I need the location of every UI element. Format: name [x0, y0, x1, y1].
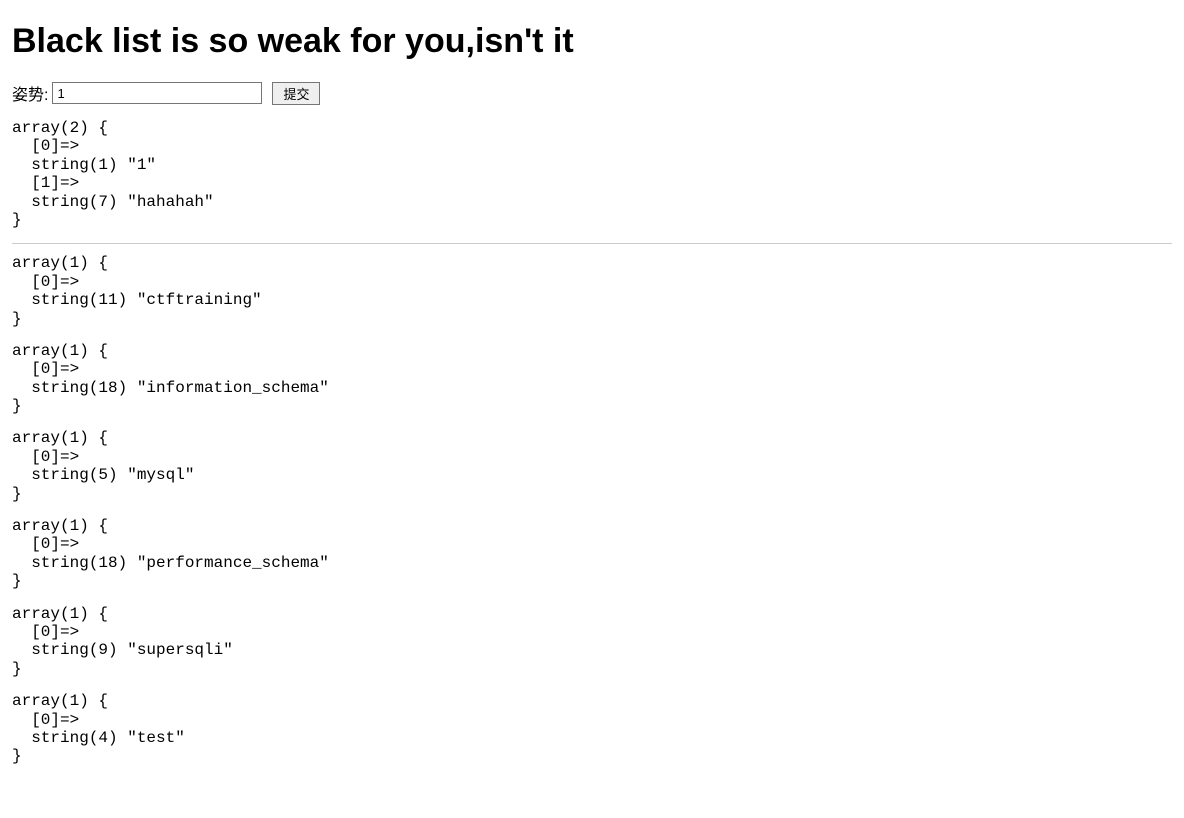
result-dump-block: array(2) { [0]=> string(1) "1" [1]=> str… [12, 119, 1172, 229]
var-dump: array(1) { [0]=> string(4) "test" } [12, 692, 1172, 766]
query-form: 姿势: [12, 81, 1172, 105]
var-dump: array(1) { [0]=> string(18) "information… [12, 342, 1172, 416]
var-dump: array(1) { [0]=> string(9) "supersqli" } [12, 605, 1172, 679]
input-label: 姿势: [12, 81, 48, 105]
var-dump: array(1) { [0]=> string(11) "ctftraining… [12, 254, 1172, 328]
result-dump-block: array(1) { [0]=> string(11) "ctftraining… [12, 254, 1172, 765]
divider [12, 243, 1172, 244]
submit-button[interactable] [272, 82, 320, 105]
var-dump: array(2) { [0]=> string(1) "1" [1]=> str… [12, 119, 1172, 229]
page-title: Black list is so weak for you,isn't it [12, 22, 1172, 61]
var-dump: array(1) { [0]=> string(5) "mysql" } [12, 429, 1172, 503]
var-dump: array(1) { [0]=> string(18) "performance… [12, 517, 1172, 591]
query-input[interactable] [52, 82, 262, 104]
